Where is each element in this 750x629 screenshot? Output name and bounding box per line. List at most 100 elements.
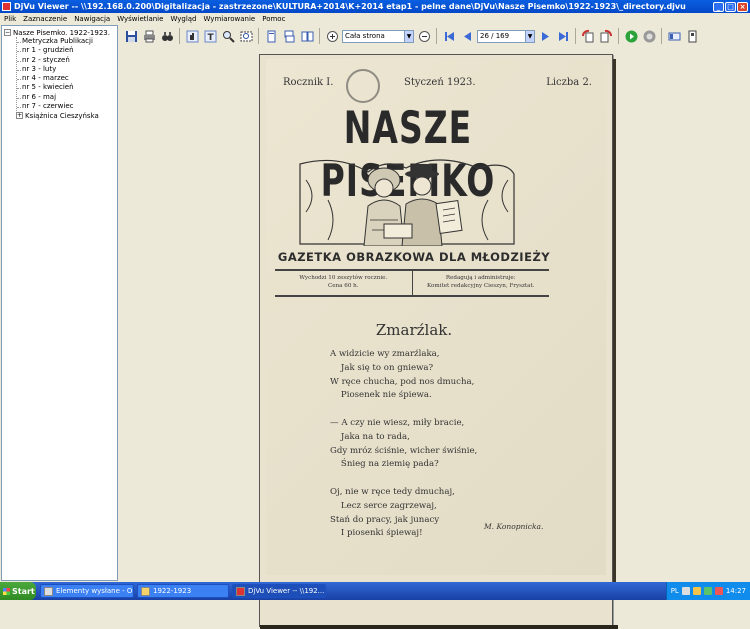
menu-wyswietlanie[interactable]: Wyświetlanie (117, 15, 163, 23)
menu-wyglad[interactable]: Wygląd (170, 15, 196, 23)
zoom-in-button[interactable] (324, 28, 340, 44)
security-icon[interactable] (692, 587, 701, 595)
rotate-left-button[interactable] (580, 28, 596, 44)
menu-bar: Plik Zaznaczenie Nawigacja Wyświetlanie … (0, 13, 750, 25)
taskbar-item-folder[interactable]: 1922-1923 (137, 584, 229, 598)
next-page-button[interactable] (537, 28, 553, 44)
zoom-out-button[interactable] (416, 28, 432, 44)
print-button[interactable] (141, 28, 157, 44)
select-tool-button[interactable] (184, 28, 200, 44)
hand-icon (186, 30, 198, 42)
window-title: DjVu Viewer -- \\192.168.0.200\Digitaliz… (14, 2, 686, 11)
page-scan: Rocznik I. Styczeń 1923. Liczba 2. NASZE… (266, 59, 606, 575)
info-frequency: Wychodzi 10 zeszytów rocznie. (299, 275, 388, 281)
info-price: Cena 60 h. (327, 283, 359, 289)
taskbar-item-label: 1922-1923 (153, 587, 192, 595)
taskbar-item-outlook[interactable]: Elementy wysłane - Outl... (40, 584, 134, 598)
last-page-icon (558, 31, 568, 41)
menu-plik[interactable]: Plik (4, 15, 16, 23)
rotate-left-icon (582, 29, 594, 43)
svg-text:T: T (207, 33, 214, 43)
zoom-tool-button[interactable] (220, 28, 236, 44)
go-forward-icon (625, 30, 637, 42)
document-info-icon (688, 30, 696, 42)
zoom-in-icon (326, 30, 338, 42)
language-indicator[interactable]: PL (671, 587, 679, 595)
tree-item-nr4[interactable]: nr 4 - marzec (17, 74, 115, 83)
find-button[interactable] (159, 28, 175, 44)
forward-button[interactable] (623, 28, 639, 44)
single-page-button[interactable] (263, 28, 279, 44)
facing-pages-button[interactable] (299, 28, 315, 44)
magnifier-icon (222, 30, 235, 43)
minimize-button[interactable]: _ (713, 1, 724, 12)
rotate-right-button[interactable] (598, 28, 614, 44)
tree-item-nr1[interactable]: nr 1 - grudzień (17, 46, 115, 55)
tree-item-nr2[interactable]: nr 2 - styczeń (17, 56, 115, 65)
outlook-icon (44, 586, 53, 596)
rotate-right-icon (600, 29, 612, 43)
continuous-page-icon (284, 30, 294, 42)
prev-page-button[interactable] (459, 28, 475, 44)
tree-item-ksiaznica[interactable]: + Książnica Cieszyńska (16, 111, 115, 120)
zoom-select[interactable]: Cała strona ▼ (342, 29, 414, 43)
network-icon[interactable] (681, 587, 690, 595)
text-tool-button[interactable]: T (202, 28, 218, 44)
tree-sibling-label: Książnica Cieszyńska (25, 111, 99, 120)
publication-info-box: Wychodzi 10 zeszytów rocznie. Cena 60 h.… (275, 269, 549, 297)
taskbar-item-djvu[interactable]: DjVu Viewer -- \\192.... (232, 584, 326, 598)
menu-nawigacja[interactable]: Nawigacja (74, 15, 110, 23)
info-button[interactable] (684, 28, 700, 44)
masthead-subtitle: GAZETKA OBRAZKOWA DLA MŁODZIEŻY (277, 250, 551, 264)
tree-item-nr3[interactable]: nr 3 - luty (17, 65, 115, 74)
expand-icon[interactable]: + (16, 112, 23, 120)
maximize-button[interactable]: □ (725, 1, 736, 12)
thumbnails-button[interactable] (666, 28, 682, 44)
volume-icon[interactable] (703, 587, 712, 595)
zoom-select-value: Cała strona (345, 32, 385, 40)
save-button[interactable] (123, 28, 139, 44)
info-editor-label: Redagują i administruje: (445, 275, 516, 281)
thumbnails-icon (668, 32, 680, 40)
text-select-icon: T (204, 30, 216, 43)
prev-page-icon (463, 31, 471, 41)
menu-wymiarowanie[interactable]: Wymiarowanie (204, 15, 256, 23)
document-viewer[interactable]: Rocznik I. Styczeń 1923. Liczba 2. NASZE… (120, 47, 750, 629)
document-page: Rocznik I. Styczeń 1923. Liczba 2. NASZE… (259, 54, 618, 629)
stop-icon (643, 30, 655, 42)
zoom-out-icon (418, 30, 430, 42)
region-zoom-icon (240, 31, 252, 41)
tree-item-nr6[interactable]: nr 6 - maj (17, 93, 115, 102)
window-title-bar[interactable]: DjVu Viewer -- \\192.168.0.200\Digitaliz… (0, 0, 750, 13)
stop-button[interactable] (641, 28, 657, 44)
menu-pomoc[interactable]: Pomoc (262, 15, 285, 23)
clock[interactable]: 14:27 (726, 587, 746, 595)
first-page-button[interactable] (441, 28, 457, 44)
tree-root-item[interactable]: − Nasze Pisemko. 1922-1923. (4, 28, 115, 37)
taskbar-item-label: Elementy wysłane - Outl... (56, 587, 133, 595)
collapse-icon[interactable]: − (4, 29, 11, 36)
region-zoom-button[interactable] (238, 28, 254, 44)
antivirus-icon[interactable] (714, 587, 723, 595)
rocznik-label: Rocznik I. (283, 77, 334, 88)
toolbar: T Cała strona ▼ 26 / 169 ▼ (120, 25, 750, 47)
poem-author: M. Konopnicka. (484, 522, 544, 531)
menu-zaznaczenie[interactable]: Zaznaczenie (23, 15, 67, 23)
continuous-page-button[interactable] (281, 28, 297, 44)
start-button[interactable]: Start (0, 582, 36, 600)
next-page-icon (541, 31, 549, 41)
info-editor: Komitet redakcyjny Cieszyn, Frysztat. (426, 283, 535, 289)
chevron-down-icon[interactable]: ▼ (404, 30, 413, 42)
close-button[interactable]: × (737, 1, 748, 12)
chevron-down-icon[interactable]: ▼ (525, 30, 534, 42)
last-page-button[interactable] (555, 28, 571, 44)
tree-item-metryczka[interactable]: Metryczka Publikacji (17, 37, 115, 46)
tree-item-nr5[interactable]: nr 5 - kwiecień (17, 83, 115, 92)
system-tray: PL 14:27 (665, 582, 750, 600)
taskbar: Start Elementy wysłane - Outl... 1922-19… (0, 582, 750, 600)
taskbar-item-label: DjVu Viewer -- \\192.... (248, 587, 326, 595)
page-select[interactable]: 26 / 169 ▼ (477, 29, 535, 43)
tree-item-nr7[interactable]: nr 7 - czerwiec (17, 102, 115, 111)
masthead-illustration (299, 159, 515, 246)
outline-tree[interactable]: − Nasze Pisemko. 1922-1923. Metryczka Pu… (1, 25, 118, 581)
